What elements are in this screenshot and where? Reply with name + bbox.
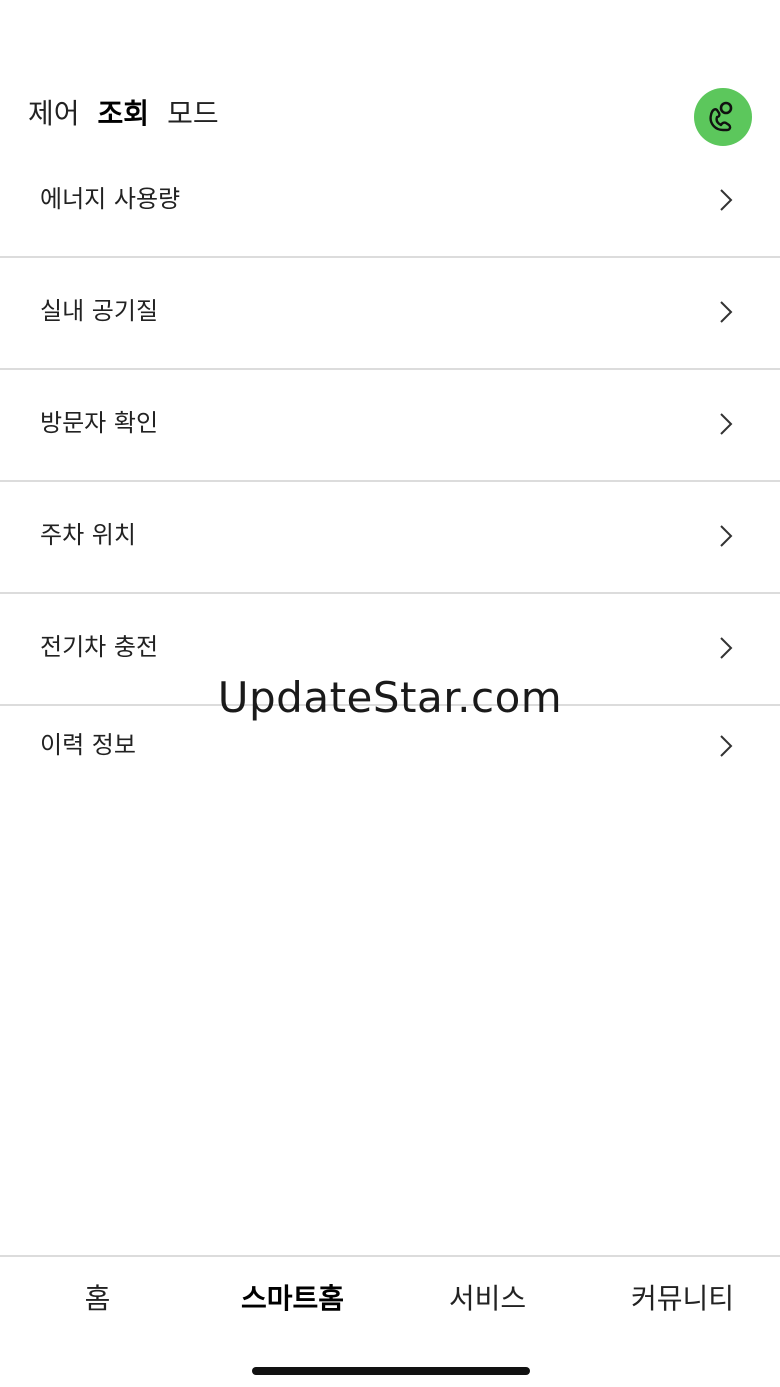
menu-item-visitor-check[interactable]: 방문자 확인 <box>0 370 780 482</box>
tab-control[interactable]: 제어 <box>28 94 80 134</box>
nav-item-smart-home[interactable]: 스마트홈 <box>195 1279 390 1319</box>
bottom-nav-items: 홈 스마트홈 서비스 커뮤니티 <box>0 1279 780 1319</box>
chevron-right-icon <box>720 189 733 211</box>
chevron-right-icon <box>720 735 733 757</box>
call-button[interactable] <box>694 88 752 146</box>
menu-item-parking-location[interactable]: 주차 위치 <box>0 482 780 594</box>
menu-item-label: 주차 위치 <box>40 521 136 549</box>
menu-item-energy-usage[interactable]: 에너지 사용량 <box>0 145 780 258</box>
bottom-nav: 홈 스마트홈 서비스 커뮤니티 <box>0 1255 780 1387</box>
phone-call-icon <box>709 101 733 132</box>
top-header: 제어 조회 모드 <box>0 80 780 150</box>
chevron-right-icon <box>720 413 733 435</box>
menu-item-label: 방문자 확인 <box>40 409 159 437</box>
chevron-right-icon <box>720 637 733 659</box>
menu-item-label: 에너지 사용량 <box>40 185 181 213</box>
nav-item-home[interactable]: 홈 <box>0 1279 195 1319</box>
tab-mode[interactable]: 모드 <box>167 94 219 134</box>
menu-item-indoor-air-quality[interactable]: 실내 공기질 <box>0 258 780 370</box>
chevron-right-icon <box>720 525 733 547</box>
mode-tabs: 제어 조회 모드 <box>28 94 219 134</box>
home-indicator <box>252 1367 530 1375</box>
tab-inquiry[interactable]: 조회 <box>98 94 150 134</box>
nav-item-community[interactable]: 커뮤니티 <box>585 1279 780 1319</box>
menu-item-label: 이력 정보 <box>40 731 136 759</box>
watermark-text: UpdateStar.com <box>217 673 563 722</box>
menu-item-label: 실내 공기질 <box>40 297 159 325</box>
menu-item-label: 전기차 충전 <box>40 633 159 661</box>
nav-item-service[interactable]: 서비스 <box>390 1279 585 1319</box>
chevron-right-icon <box>720 301 733 323</box>
